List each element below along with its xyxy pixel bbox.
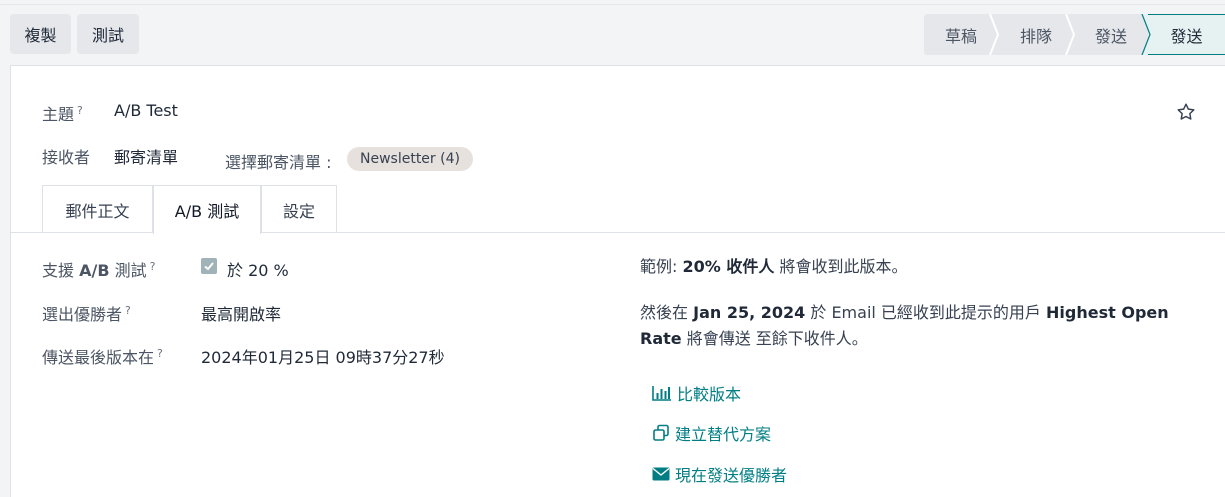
compare-versions-link[interactable]: 比較版本 xyxy=(652,381,741,405)
winner-value[interactable]: 最高開啟率 xyxy=(201,301,281,325)
test-button[interactable]: 測試 xyxy=(77,14,139,54)
ab-percent-value[interactable]: 於 20 % xyxy=(227,257,289,281)
check-icon xyxy=(204,262,214,271)
stage-sending[interactable]: 發送 xyxy=(1074,14,1148,55)
recipients-label: 接收者 xyxy=(42,148,91,167)
mailing-list-label: 選擇郵寄清單 : xyxy=(225,153,332,172)
winner-explanation: 然後在 Jan 25, 2024 於 Email 已經收到此提示的用戶 High… xyxy=(640,303,1169,348)
stage-queued[interactable]: 排隊 xyxy=(998,14,1074,55)
subject-label: 主題? xyxy=(42,103,83,124)
tab-settings[interactable]: 設定 xyxy=(261,185,337,233)
envelope-icon xyxy=(652,467,670,481)
recipients-value[interactable]: 郵寄清單 xyxy=(114,144,178,168)
copy-icon xyxy=(653,424,669,441)
create-alternative-link[interactable]: 建立替代方案 xyxy=(652,421,771,445)
top-divider xyxy=(0,4,1225,5)
bar-chart-icon xyxy=(652,386,671,401)
ab-enable-checkbox[interactable] xyxy=(201,258,217,274)
schedule-label: 傳送最後版本在? xyxy=(42,346,163,367)
send-winner-link[interactable]: 現在發送優勝者 xyxy=(652,462,787,486)
stage-draft[interactable]: 草稿 xyxy=(924,14,998,55)
example-text: 範例: 20% 收件人 將會收到此版本。 xyxy=(640,257,908,276)
winner-label: 選出優勝者? xyxy=(42,303,131,324)
tab-ab-testing[interactable]: A/B 測試 xyxy=(153,185,261,234)
copy-button[interactable]: 複製 xyxy=(10,14,71,54)
active-tab-gap xyxy=(154,232,260,234)
mailing-list-tag[interactable]: Newsletter (4) xyxy=(347,147,473,171)
schedule-value[interactable]: 2024年01月25日 09時37分27秒 xyxy=(201,344,445,368)
stage-sent[interactable]: 發送 xyxy=(1148,14,1225,55)
subject-value[interactable]: A/B Test xyxy=(114,101,178,120)
ab-enable-label: 支援 A/B 測試? xyxy=(42,259,156,280)
status-bar: 草稿 排隊 發送 發送 xyxy=(924,14,1225,55)
star-icon[interactable] xyxy=(1175,101,1197,123)
tab-mail-body[interactable]: 郵件正文 xyxy=(42,185,153,233)
form-sheet: 主題? A/B Test 接收者 郵寄清單 選擇郵寄清單 : Newslette… xyxy=(10,65,1225,497)
